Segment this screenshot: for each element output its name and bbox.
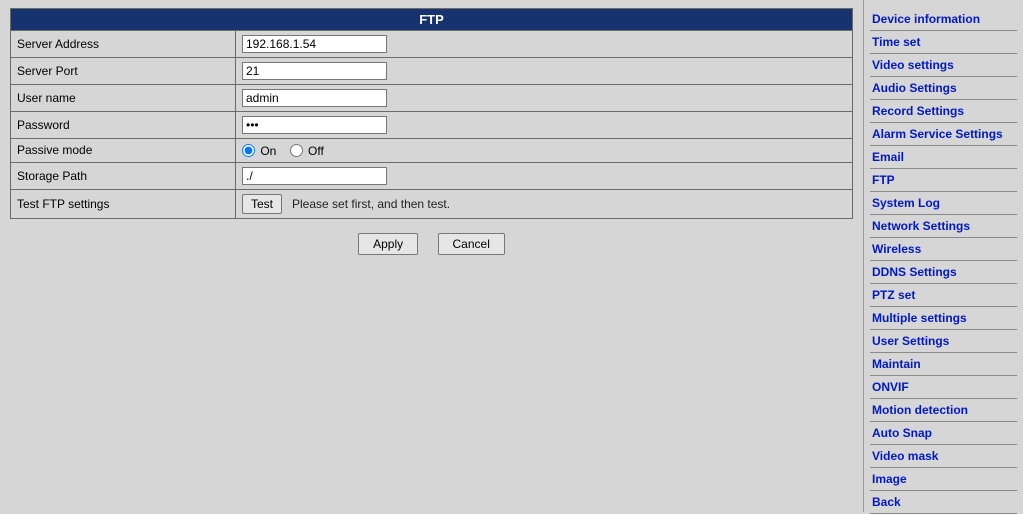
page-title: FTP xyxy=(11,9,853,31)
label-server-port: Server Port xyxy=(11,58,236,85)
passive-mode-off-radio[interactable] xyxy=(290,144,303,157)
sidebar-item-record-settings[interactable]: Record Settings xyxy=(870,100,1017,123)
sidebar-item-user-settings[interactable]: User Settings xyxy=(870,330,1017,353)
sidebar-item-multiple-settings[interactable]: Multiple settings xyxy=(870,307,1017,330)
label-password: Password xyxy=(11,112,236,139)
ftp-form-table: FTP Server Address Server Port User name xyxy=(10,8,853,219)
sidebar-item-ptz-set[interactable]: PTZ set xyxy=(870,284,1017,307)
sidebar-item-image[interactable]: Image xyxy=(870,468,1017,491)
sidebar-item-alarm-service-settings[interactable]: Alarm Service Settings xyxy=(870,123,1017,146)
main-area: FTP Server Address Server Port User name xyxy=(0,0,863,512)
passive-mode-on-radio[interactable] xyxy=(242,144,255,157)
cancel-button[interactable]: Cancel xyxy=(438,233,505,255)
server-address-input[interactable] xyxy=(242,35,387,53)
label-passive-mode: Passive mode xyxy=(11,139,236,163)
button-row: Apply Cancel xyxy=(10,233,853,255)
password-input[interactable] xyxy=(242,116,387,134)
sidebar-item-motion-detection[interactable]: Motion detection xyxy=(870,399,1017,422)
sidebar-item-back[interactable]: Back xyxy=(870,491,1017,514)
sidebar: Device information Time set Video settin… xyxy=(863,0,1023,512)
sidebar-item-auto-snap[interactable]: Auto Snap xyxy=(870,422,1017,445)
sidebar-item-time-set[interactable]: Time set xyxy=(870,31,1017,54)
passive-mode-on-label: On xyxy=(260,144,276,158)
sidebar-item-video-settings[interactable]: Video settings xyxy=(870,54,1017,77)
label-server-address: Server Address xyxy=(11,31,236,58)
server-port-input[interactable] xyxy=(242,62,387,80)
sidebar-item-audio-settings[interactable]: Audio Settings xyxy=(870,77,1017,100)
storage-path-input[interactable] xyxy=(242,167,387,185)
test-button[interactable]: Test xyxy=(242,194,282,214)
label-storage-path: Storage Path xyxy=(11,162,236,189)
label-test-ftp: Test FTP settings xyxy=(11,189,236,218)
sidebar-item-system-log[interactable]: System Log xyxy=(870,192,1017,215)
user-name-input[interactable] xyxy=(242,89,387,107)
sidebar-item-network-settings[interactable]: Network Settings xyxy=(870,215,1017,238)
apply-button[interactable]: Apply xyxy=(358,233,418,255)
label-user-name: User name xyxy=(11,85,236,112)
passive-mode-off-label: Off xyxy=(308,144,324,158)
sidebar-item-email[interactable]: Email xyxy=(870,146,1017,169)
sidebar-item-video-mask[interactable]: Video mask xyxy=(870,445,1017,468)
sidebar-item-ddns-settings[interactable]: DDNS Settings xyxy=(870,261,1017,284)
sidebar-item-onvif[interactable]: ONVIF xyxy=(870,376,1017,399)
sidebar-item-wireless[interactable]: Wireless xyxy=(870,238,1017,261)
sidebar-item-maintain[interactable]: Maintain xyxy=(870,353,1017,376)
test-hint: Please set first, and then test. xyxy=(292,197,450,211)
sidebar-item-ftp[interactable]: FTP xyxy=(870,169,1017,192)
sidebar-item-device-information[interactable]: Device information xyxy=(870,8,1017,31)
